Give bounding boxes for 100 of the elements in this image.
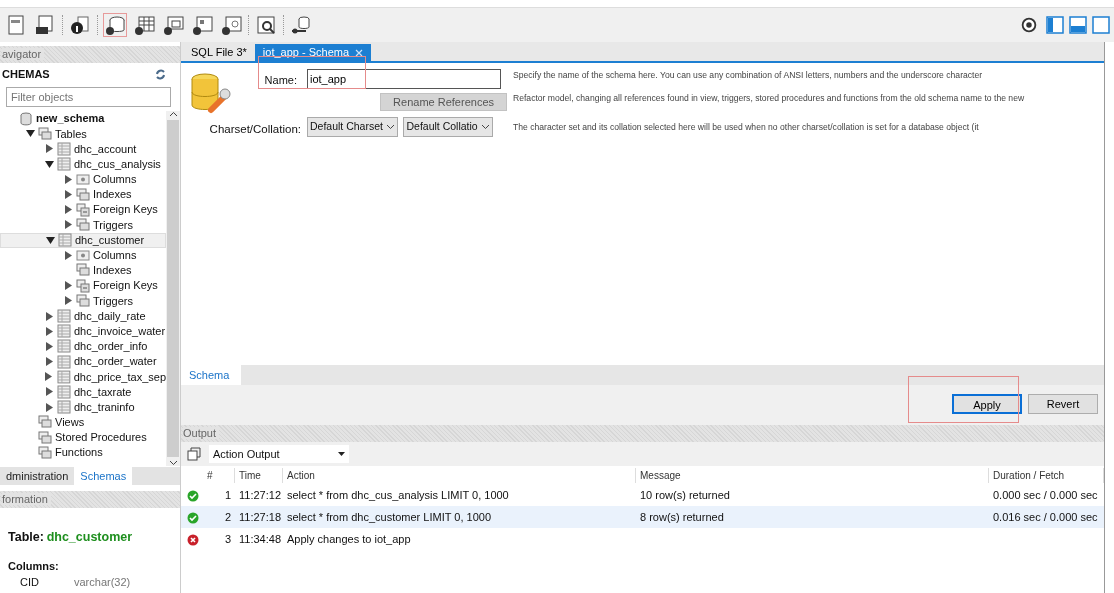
folder-icon bbox=[38, 126, 52, 141]
field-label: Charset/Collation: bbox=[208, 122, 301, 137]
table-cell-text: select * from dhc_customer LIMIT 0, 1000 bbox=[286, 509, 492, 525]
collapse-arrow-icon[interactable] bbox=[25, 129, 35, 139]
editor-tab[interactable]: Schema bbox=[181, 365, 241, 385]
output-type-dropdown[interactable]: Action Output bbox=[209, 445, 349, 463]
database-add-icon[interactable] bbox=[104, 14, 126, 36]
table-cell-text: 11:27:18 bbox=[238, 509, 282, 525]
section-title: CHEMAS bbox=[2, 66, 50, 82]
collapse-arrow-icon[interactable] bbox=[44, 159, 54, 169]
copy-icon[interactable] bbox=[187, 447, 201, 461]
expand-arrow-icon[interactable] bbox=[63, 220, 73, 230]
tree-item[interactable]: dhc_traninfo bbox=[0, 399, 166, 415]
editor-tab[interactable]: SQL File 3* bbox=[183, 44, 255, 61]
sql-folder-icon[interactable] bbox=[34, 14, 56, 36]
panel-tab[interactable]: dministration bbox=[0, 467, 75, 485]
sql-file-icon[interactable] bbox=[5, 14, 27, 36]
tree-item[interactable]: dhc_order_info bbox=[0, 338, 166, 354]
tree-item[interactable]: Views bbox=[0, 414, 166, 430]
expand-arrow-icon[interactable] bbox=[44, 372, 54, 382]
database-plug-icon[interactable] bbox=[290, 14, 312, 36]
tree-item[interactable]: Indexes bbox=[0, 186, 166, 203]
folder-icon bbox=[76, 263, 90, 278]
rename-references-button[interactable]: Rename References bbox=[380, 93, 507, 111]
tree-item[interactable]: Foreign Keys bbox=[0, 278, 166, 294]
foreign-key-icon bbox=[76, 278, 90, 293]
apply-button[interactable]: Apply bbox=[952, 394, 1022, 414]
field-label: Name: bbox=[264, 73, 297, 88]
table-icon bbox=[58, 233, 72, 248]
expand-arrow-icon[interactable] bbox=[63, 250, 73, 260]
scrollbar[interactable] bbox=[166, 111, 180, 466]
chevron-icon bbox=[480, 124, 490, 130]
expand-arrow-icon[interactable] bbox=[44, 326, 54, 336]
tree-item[interactable]: dhc_price_tax_sep bbox=[0, 369, 166, 385]
procedure-add-icon[interactable] bbox=[191, 14, 213, 36]
tree-item[interactable]: Columns bbox=[0, 171, 166, 187]
panel-tab[interactable]: Schemas bbox=[74, 467, 133, 485]
table-row[interactable]: 3 11:34:48 Apply changes to iot_app bbox=[181, 528, 1104, 550]
refresh-icon[interactable] bbox=[155, 68, 166, 80]
settings-icon[interactable] bbox=[1019, 15, 1039, 35]
tree-item[interactable]: new_schema bbox=[0, 111, 166, 127]
name-field[interactable]: iot_app bbox=[307, 69, 501, 89]
table-row[interactable]: 2 11:27:18 select * from dhc_customer LIMIT 0, 1000 8 row(s) returned 0.016 sec / 0.000 sec bbox=[181, 506, 1104, 528]
column-header: Time bbox=[235, 467, 283, 483]
charset-dropdown[interactable]: Default Charset bbox=[307, 117, 398, 137]
column-type: varchar(32) bbox=[74, 575, 131, 591]
tree-item[interactable]: dhc_account bbox=[0, 141, 166, 157]
expand-arrow-icon[interactable] bbox=[44, 311, 54, 321]
expand-arrow-icon[interactable] bbox=[44, 144, 54, 154]
expand-arrow-icon[interactable] bbox=[63, 174, 73, 184]
columns-icon bbox=[76, 172, 90, 187]
scroll-down-icon[interactable] bbox=[168, 460, 178, 466]
panel-toggle-icon[interactable] bbox=[1069, 16, 1087, 34]
expand-arrow-icon[interactable] bbox=[63, 205, 73, 215]
table-icon bbox=[57, 384, 71, 399]
tree-item[interactable]: dhc_invoice_water bbox=[0, 323, 166, 339]
tree-item[interactable]: Columns bbox=[0, 247, 166, 263]
tree-item[interactable]: Triggers bbox=[0, 217, 166, 233]
columns-icon bbox=[76, 248, 90, 263]
expand-arrow-icon[interactable] bbox=[44, 357, 54, 367]
expand-arrow-icon[interactable] bbox=[63, 281, 73, 291]
table-row[interactable]: 1 11:27:12 select * from dhc_cus_analysis LIMIT 0, 1000 10 row(s) returned 0.000 sec / 0.000 sec bbox=[181, 484, 1104, 506]
panel-toggle-icon[interactable] bbox=[1046, 16, 1064, 34]
function-add-icon[interactable] bbox=[220, 14, 242, 36]
expand-arrow-icon[interactable] bbox=[44, 341, 54, 351]
tree-item[interactable]: Tables bbox=[0, 126, 166, 142]
magnifier-icon[interactable] bbox=[255, 14, 277, 36]
tree-item[interactable]: Triggers bbox=[0, 293, 166, 309]
expand-arrow-icon[interactable] bbox=[44, 402, 54, 412]
filter-field[interactable]: Filter objects bbox=[6, 87, 171, 107]
table-add-icon[interactable] bbox=[133, 14, 155, 36]
view-add-icon[interactable] bbox=[162, 14, 184, 36]
panel-toggle-icon[interactable] bbox=[1092, 16, 1110, 34]
tree-item[interactable]: Functions bbox=[0, 445, 166, 461]
table-icon bbox=[57, 141, 71, 156]
expand-arrow-icon[interactable] bbox=[63, 296, 73, 306]
close-icon[interactable] bbox=[355, 48, 364, 57]
caret-icon bbox=[338, 452, 345, 456]
hint-text: Specify the name of the schema here. You can use any combination of ANSI letters, numbers and the underscore character bbox=[513, 69, 984, 82]
expand-arrow-icon[interactable] bbox=[44, 387, 54, 397]
tree-item[interactable]: Foreign Keys bbox=[0, 202, 166, 218]
tree-item[interactable]: dhc_customer bbox=[0, 232, 166, 248]
foreign-key-icon bbox=[76, 202, 90, 217]
table-cell-text: 11:34:48 bbox=[238, 531, 282, 547]
collapse-arrow-icon[interactable] bbox=[45, 235, 55, 245]
revert-button[interactable]: Revert bbox=[1028, 394, 1098, 414]
tree-item[interactable]: dhc_cus_analysis bbox=[0, 156, 166, 172]
table-cell-text: 10 row(s) returned bbox=[639, 487, 731, 503]
tree-item[interactable]: dhc_taxrate bbox=[0, 384, 166, 400]
database-icon bbox=[19, 111, 33, 126]
tree-item[interactable]: dhc_order_water bbox=[0, 354, 166, 370]
table-cell-text: Apply changes to iot_app bbox=[286, 531, 412, 547]
tree-item[interactable]: Indexes bbox=[0, 262, 166, 279]
collation-dropdown[interactable]: Default Collatio bbox=[403, 117, 493, 137]
tree-item[interactable]: dhc_daily_rate bbox=[0, 308, 166, 324]
expand-arrow-icon[interactable] bbox=[63, 190, 73, 200]
tree-item[interactable]: Stored Procedures bbox=[0, 429, 166, 446]
scroll-up-icon[interactable] bbox=[168, 111, 178, 117]
info-label: Columns: bbox=[8, 558, 60, 574]
info-icon[interactable] bbox=[69, 14, 91, 36]
